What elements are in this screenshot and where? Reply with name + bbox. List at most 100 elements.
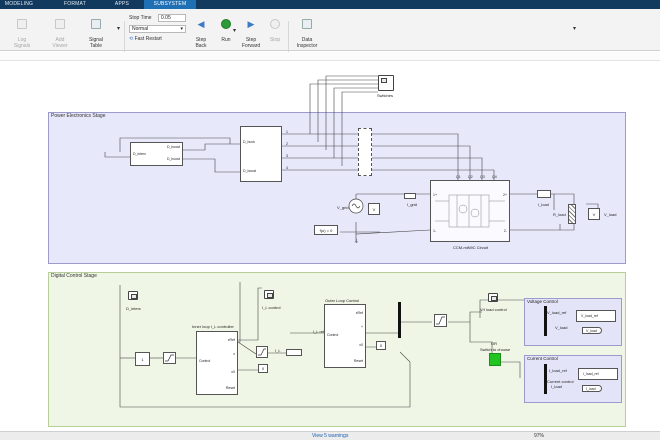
demux-bar[interactable] bbox=[398, 302, 401, 338]
fast-restart-icon: ⟲ bbox=[129, 36, 134, 42]
voltage-control-area[interactable] bbox=[524, 298, 622, 346]
inner-x0-port: x0 bbox=[231, 370, 235, 374]
i-load-ref-constant-block[interactable]: I_load_ref bbox=[578, 368, 618, 380]
current-control-title: Current Control bbox=[527, 356, 558, 361]
outer-plus-port: + bbox=[360, 325, 363, 329]
outer-reset-port: Reset bbox=[353, 359, 363, 363]
inner-loop-controller-block[interactable]: xRef x Control x0 Reset bbox=[196, 331, 238, 395]
run-label: Run bbox=[221, 37, 231, 43]
pwm-generator-subsystem[interactable]: D_interc D_boost D_boost bbox=[130, 142, 183, 166]
ccm-port-2-plus: 2+ bbox=[503, 193, 507, 197]
tab-format[interactable]: FORMAT bbox=[58, 0, 92, 9]
add-viewer-button[interactable]: Add Viewer bbox=[48, 13, 72, 49]
tab-apps[interactable]: APPS bbox=[108, 0, 136, 9]
prepare-dropdown-arrow-icon[interactable]: ▾ bbox=[117, 25, 120, 32]
outer-saturation-block[interactable] bbox=[434, 314, 447, 327]
load-resistor-block[interactable] bbox=[568, 204, 576, 224]
switch-to-choose-label: Switch to choose bbox=[480, 347, 511, 352]
saturation-block[interactable] bbox=[163, 352, 176, 364]
ccm-circuit-label: CCM-miN9C Circuit bbox=[453, 245, 489, 250]
i-load-from-tag[interactable]: I_load bbox=[582, 385, 602, 392]
outer-loop-controller-block[interactable]: xRef + Control x0 Reset bbox=[324, 304, 366, 368]
grid-current-sensor-block[interactable] bbox=[404, 193, 416, 199]
out-port-4: 4 bbox=[286, 166, 288, 170]
v-load-label: V_load bbox=[604, 212, 617, 217]
ac-source-icon[interactable] bbox=[346, 196, 366, 216]
i-load-from-tag-label: I_load bbox=[586, 387, 596, 391]
i-l-from-tag[interactable] bbox=[286, 349, 302, 356]
out-port-1: 1 bbox=[286, 130, 288, 134]
step-forward-label: Step Forward bbox=[241, 37, 261, 49]
simulation-mode-select[interactable]: Normal ▾ bbox=[129, 25, 186, 33]
data-inspector-label: Data Inspector bbox=[296, 37, 318, 49]
tab-modeling[interactable]: MODELING bbox=[2, 0, 36, 9]
goto-tags-block[interactable] bbox=[358, 128, 372, 176]
q2-port: Q2 bbox=[468, 175, 473, 179]
v-load-ref-constant-block[interactable]: V_load_ref bbox=[576, 310, 616, 322]
d-boost-output-port: D_boost bbox=[166, 145, 180, 149]
inner-x0-constant-block[interactable]: 0 bbox=[258, 364, 268, 373]
tab-subsystem-block[interactable]: SUBSYSTEM BLOCK bbox=[144, 0, 196, 16]
simulation-mode-value: Normal bbox=[132, 26, 149, 32]
outer-x0-constant-block[interactable]: 0 bbox=[376, 341, 386, 350]
switches-scope-block[interactable] bbox=[378, 75, 394, 91]
view-warnings-link[interactable]: View 5 warnings bbox=[312, 432, 348, 440]
stop-icon bbox=[270, 19, 280, 29]
stop-button[interactable]: Stop bbox=[266, 13, 284, 43]
stop-label: Stop bbox=[269, 37, 281, 43]
gate-signal-subsystem[interactable]: D_buck D_boost bbox=[240, 126, 282, 182]
data-inspector-icon bbox=[302, 19, 312, 29]
log-signals-button[interactable]: Log Signals bbox=[10, 13, 34, 49]
ribbon-collapse-arrow-icon[interactable]: ▾ bbox=[573, 25, 576, 32]
add-viewer-label: Add Viewer bbox=[52, 37, 68, 49]
log-signals-label: Log Signals bbox=[13, 37, 31, 49]
outer-x0-constant-value: 0 bbox=[379, 343, 383, 348]
i-grid-label: I_grid bbox=[407, 202, 418, 207]
vi-load-control-label: V/I load control bbox=[480, 307, 507, 312]
il-saturation-block[interactable] bbox=[256, 346, 268, 358]
outer-xref-port: xRef bbox=[355, 311, 363, 315]
out-port-2: 2 bbox=[286, 142, 288, 146]
inner-xref-port: xRef bbox=[227, 338, 235, 342]
gain-block[interactable]: 1 bbox=[135, 352, 150, 366]
ribbon-separator bbox=[124, 21, 125, 53]
step-forward-button[interactable]: ▶ Step Forward bbox=[240, 13, 262, 49]
outer-control-port: Control bbox=[327, 333, 339, 337]
load-voltage-measurement-block[interactable]: V bbox=[588, 208, 600, 220]
ground-icon: ⏚ bbox=[354, 239, 360, 245]
solver-config-block[interactable]: f(u) = 0 bbox=[314, 225, 338, 235]
run-dropdown-arrow-icon[interactable]: ▾ bbox=[233, 27, 236, 34]
ribbon-separator bbox=[288, 21, 289, 53]
circuit-schematic-icon bbox=[435, 194, 505, 228]
d-interc-scope-label: D_interc bbox=[126, 306, 141, 311]
v-load-ref-constant-value: V_load_ref bbox=[581, 314, 598, 318]
i-load-label: I_load bbox=[538, 202, 549, 207]
stop-time-input[interactable]: 0.05 bbox=[158, 14, 186, 22]
v-load-from-tag-label: V_load bbox=[586, 329, 597, 333]
d-boost2-output-port: D_boost bbox=[166, 157, 180, 161]
vi-load-control-scope-block[interactable] bbox=[488, 293, 498, 302]
out-port-3: 3 bbox=[286, 154, 288, 158]
fast-restart-button[interactable]: ⟲ Fast Restart bbox=[129, 36, 162, 42]
ccm-circuit-subsystem[interactable]: 1+ 2+ 1- 2- bbox=[430, 180, 510, 242]
inner-reset-port: Reset bbox=[225, 386, 235, 390]
step-back-button[interactable]: ◀ Step Back bbox=[190, 13, 212, 49]
ccm-port-2-minus: 2- bbox=[503, 229, 507, 233]
il-control-scope-block[interactable] bbox=[264, 290, 274, 299]
switches-scope-label: Switches bbox=[377, 93, 394, 98]
q1-port: Q1 bbox=[456, 175, 461, 179]
voltage-measurement-block[interactable]: V bbox=[368, 203, 380, 215]
data-inspector-button[interactable]: Data Inspector bbox=[294, 13, 320, 49]
load-current-sensor-block[interactable] bbox=[537, 190, 551, 198]
inner-control-port: Control bbox=[199, 359, 211, 363]
step-forward-icon: ▶ bbox=[247, 19, 255, 29]
v-load-ref-port-label: V_load_ref bbox=[547, 310, 567, 315]
ribbon-toolstrip: Log Signals Add Viewer Signal Table ▾ PR… bbox=[0, 9, 660, 58]
fast-restart-label: Fast Restart bbox=[134, 36, 162, 42]
manual-switch-block[interactable] bbox=[489, 353, 501, 366]
signal-table-icon bbox=[91, 19, 101, 29]
d-interc-scope-block[interactable] bbox=[128, 291, 138, 300]
v-load-from-tag[interactable]: V_load bbox=[582, 327, 602, 334]
signal-table-button[interactable]: Signal Table bbox=[84, 13, 108, 49]
model-canvas[interactable]: Power Electronics Stage Digital Control … bbox=[0, 62, 660, 431]
